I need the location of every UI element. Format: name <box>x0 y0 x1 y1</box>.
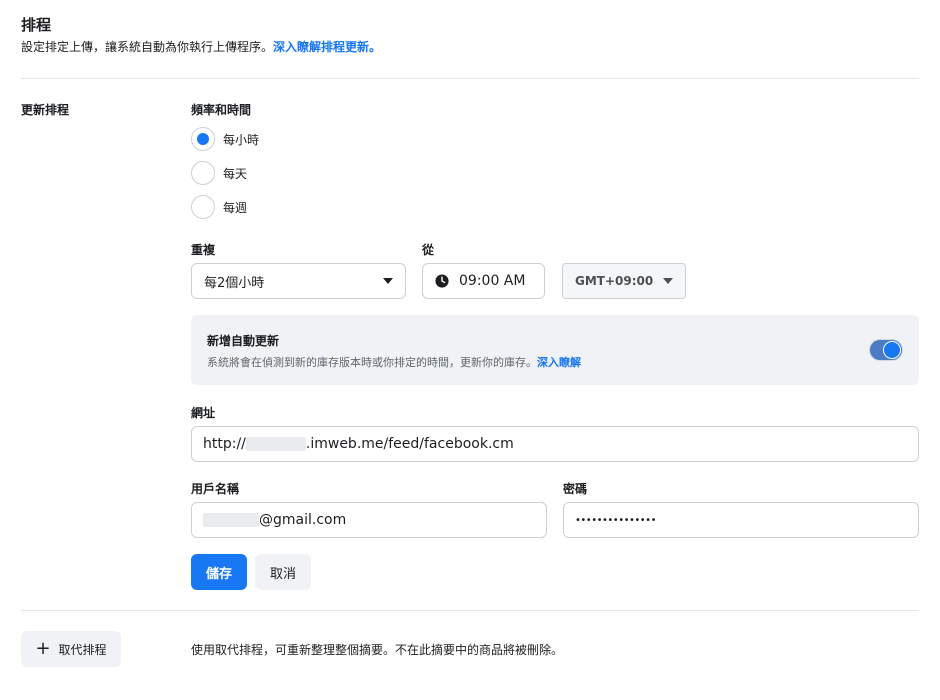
url-prefix: http:// <box>203 436 246 452</box>
url-input[interactable]: http:// .imweb.me/feed/facebook.cm <box>191 426 919 462</box>
repeat-label: 重複 <box>191 243 216 257</box>
radio-option-weekly[interactable]: 每週 <box>191 194 247 220</box>
username-input[interactable]: @gmail.com <box>191 502 547 538</box>
page-description: 設定排定上傳，讓系統自動為你執行上傳程序。深入瞭解排程更新。 <box>21 38 381 55</box>
cancel-button[interactable]: 取消 <box>255 554 311 590</box>
radio-label-hourly: 每小時 <box>223 132 260 147</box>
section-label-update-schedule: 更新排程 <box>21 103 70 117</box>
url-label: 網址 <box>191 406 216 420</box>
save-button[interactable]: 儲存 <box>191 554 247 590</box>
url-suffix: .imweb.me/feed/facebook.cm <box>305 436 514 452</box>
toggle-knob <box>884 342 900 358</box>
caret-down-icon <box>663 278 673 284</box>
repeat-select-value: 每2個小時 <box>204 275 265 291</box>
learn-more-link[interactable]: 深入瞭解排程更新。 <box>273 40 381 54</box>
password-input[interactable]: ••••••••••••••• <box>563 502 919 538</box>
radio-option-hourly[interactable]: 每小時 <box>191 126 259 152</box>
redacted-block <box>203 513 259 527</box>
radio-weekly[interactable] <box>191 195 215 219</box>
time-value: 09:00 AM <box>459 273 526 289</box>
auto-update-toggle[interactable] <box>869 339 903 361</box>
repeat-select[interactable]: 每2個小時 <box>191 263 406 299</box>
password-label: 密碼 <box>563 482 588 496</box>
auto-update-description: 系統將會在偵測到新的庫存版本時或你排定的時間，更新你的庫存。深入瞭解 <box>207 354 581 370</box>
plus-icon: + <box>35 638 51 659</box>
timezone-select[interactable]: GMT+09:00 <box>562 263 686 299</box>
radio-option-daily[interactable]: 每天 <box>191 160 247 186</box>
password-mask: ••••••••••••••• <box>575 514 656 526</box>
radio-label-weekly: 每週 <box>223 200 248 215</box>
page-title: 排程 <box>21 16 52 34</box>
clock-icon <box>435 274 449 288</box>
description-text: 設定排定上傳，讓系統自動為你執行上傳程序。 <box>21 40 274 54</box>
timezone-value: GMT+09:00 <box>575 274 654 288</box>
radio-hourly[interactable] <box>191 127 215 151</box>
divider <box>21 78 919 79</box>
radio-selected-dot <box>197 133 209 145</box>
frequency-label: 頻率和時間 <box>191 103 252 117</box>
username-label: 用戶名稱 <box>191 482 240 496</box>
from-label: 從 <box>422 243 435 257</box>
redacted-block <box>245 437 306 451</box>
auto-update-text: 系統將會在偵測到新的庫存版本時或你排定的時間，更新你的庫存。 <box>207 356 537 369</box>
time-picker[interactable]: 09:00 AM <box>422 263 545 299</box>
radio-label-daily: 每天 <box>223 166 248 181</box>
radio-daily[interactable] <box>191 161 215 185</box>
replace-schedule-label: 取代排程 <box>58 642 107 657</box>
username-suffix: @gmail.com <box>259 512 347 528</box>
divider <box>21 610 919 611</box>
auto-update-learn-more-link[interactable]: 深入瞭解 <box>537 356 581 369</box>
replace-schedule-description: 使用取代排程，可重新整理整個摘要。不在此摘要中的商品將被刪除。 <box>191 643 564 657</box>
caret-down-icon <box>383 278 393 284</box>
replace-schedule-button[interactable]: + 取代排程 <box>21 631 121 667</box>
auto-update-panel: 新增自動更新 系統將會在偵測到新的庫存版本時或你排定的時間，更新你的庫存。深入瞭… <box>191 315 919 385</box>
auto-update-title: 新增自動更新 <box>207 334 280 348</box>
